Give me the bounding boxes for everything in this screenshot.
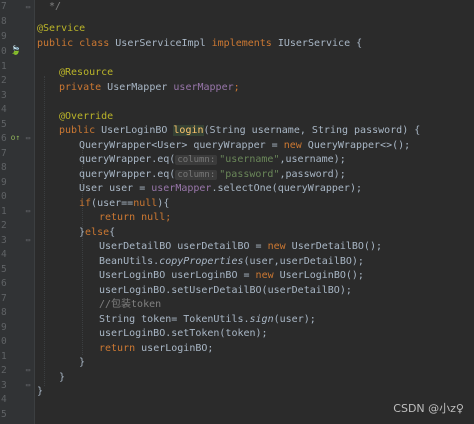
line-number: 8 — [1, 16, 7, 27]
resource-annotation: @Resource — [59, 67, 114, 78]
fold-marker-icon[interactable]: ▭ — [24, 0, 32, 15]
line-number: 2 — [1, 75, 7, 86]
fold-marker-icon[interactable]: ▭ — [24, 363, 32, 378]
fold-marker-icon[interactable]: ▭ — [24, 131, 32, 146]
line-number: 2 — [1, 220, 7, 231]
code-line: userLoginBO.setUserDetailBO(userDetailBO… — [99, 285, 352, 296]
class-declaration: public class UserServiceImpl implements … — [37, 38, 363, 49]
spring-bean-icon[interactable]: 🍃 — [10, 44, 21, 59]
line-number: 9 — [1, 177, 7, 188]
override-annotation: @Override — [59, 111, 114, 122]
line-number: 0 — [1, 336, 7, 347]
code-line: return userLoginBO; — [99, 343, 214, 354]
fold-marker-icon[interactable]: ▭ — [24, 204, 32, 219]
fold-marker-icon[interactable]: ▭ — [24, 378, 32, 393]
line-number: 5 — [1, 409, 7, 420]
editor-gutter: 7 8 9 0 1 2 3 4 5 6 7 8 9 0 1 2 3 4 5 6 … — [0, 0, 35, 424]
code-line: }else{ — [79, 227, 116, 238]
comment-line: //包装token — [99, 299, 162, 310]
line-number: 7 — [1, 293, 7, 304]
line-number: 4 — [1, 249, 7, 260]
code-line: userLoginBO.setToken(token); — [99, 328, 268, 339]
code-line: return null; — [99, 212, 172, 223]
code-line: QueryWrapper<User> queryWrapper = new Qu… — [79, 140, 411, 151]
service-annotation: @Service — [37, 23, 86, 34]
code-line: String token= TokenUtils.sign(user); — [99, 314, 316, 325]
closing-brace: } — [59, 372, 66, 383]
line-number: 1 — [1, 206, 7, 217]
comment-line: */ — [37, 1, 62, 12]
line-number: 9 — [1, 322, 7, 333]
line-number: 3 — [1, 90, 7, 101]
line-number: 9 — [1, 31, 7, 42]
line-number: 4 — [1, 104, 7, 115]
code-line: UserLoginBO userLoginBO = new UserLoginB… — [99, 270, 364, 281]
code-line: queryWrapper.eq(column: "username",userna… — [79, 154, 346, 165]
line-number: 5 — [1, 264, 7, 275]
fold-marker-icon[interactable]: ▭ — [24, 233, 32, 248]
watermark: CSDN @小z♀ — [393, 402, 464, 415]
line-number: 2 — [1, 365, 7, 376]
line-number: 1 — [1, 351, 7, 362]
line-number: 4 — [1, 394, 7, 405]
closing-brace: } — [79, 357, 86, 368]
closing-brace: } — [37, 386, 44, 397]
line-number: 6 — [1, 278, 7, 289]
line-number: 8 — [1, 307, 7, 318]
line-number: 0 — [1, 191, 7, 202]
line-number: 3 — [1, 380, 7, 391]
code-editor[interactable]: 7 8 9 0 1 2 3 4 5 6 7 8 9 0 1 2 3 4 5 6 … — [0, 0, 474, 424]
line-number: 8 — [1, 162, 7, 173]
code-line: User user = userMapper.selectOne(queryWr… — [79, 183, 362, 194]
code-line: if(user==null){ — [79, 198, 170, 209]
parameter-hint: column: — [175, 170, 218, 180]
line-number: 7 — [1, 148, 7, 159]
line-number: 3 — [1, 235, 7, 246]
code-area[interactable]: */ @Service public class UserServiceImpl… — [35, 0, 474, 424]
field-declaration: private UserMapper userMapper; — [59, 82, 240, 93]
code-line: queryWrapper.eq(column: "password",passwo… — [79, 169, 346, 180]
line-number: 7 — [1, 1, 7, 12]
method-signature: public UserLoginBO login(String username… — [59, 125, 421, 136]
parameter-hint: column: — [175, 155, 218, 165]
code-line: BeanUtils.copyProperties(user,userDetail… — [99, 256, 364, 267]
code-line: UserDetailBO userDetailBO = new UserDeta… — [99, 241, 382, 252]
line-number: 1 — [1, 61, 7, 72]
override-icon[interactable]: o↑ — [10, 131, 21, 146]
